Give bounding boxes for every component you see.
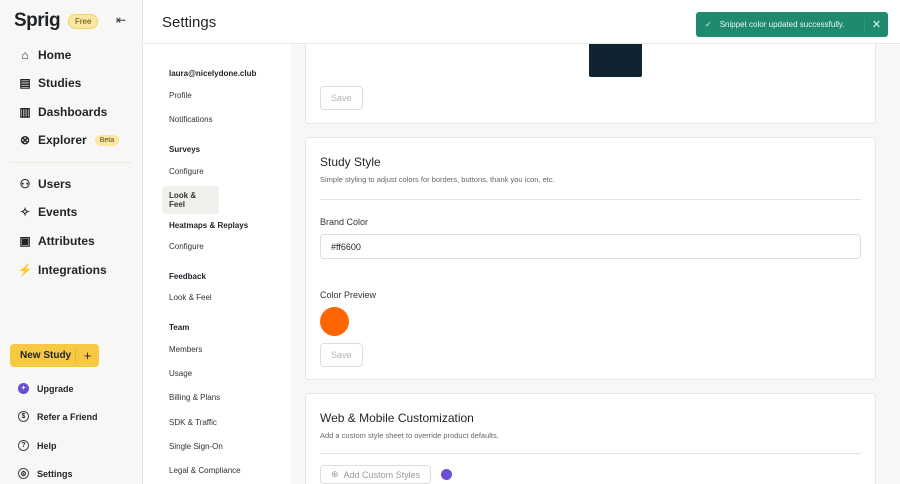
card-subtitle: Simple styling to adjust colors for bord… (320, 175, 555, 184)
nav-home[interactable]: ⌂ Home (0, 44, 143, 66)
nav-integrations[interactable]: ⚡ Integrations (0, 259, 143, 281)
nav-dashboards[interactable]: ▥ Dashboards (0, 101, 143, 123)
beta-badge: Beta (94, 134, 120, 146)
dashboards-icon: ▥ (19, 105, 31, 119)
nav-studies[interactable]: ▤ Studies (0, 72, 143, 94)
upgrade-icon: + (18, 383, 29, 394)
color-preview-label: Color Preview (320, 290, 377, 300)
nav-label: Studies (38, 76, 82, 90)
gear-icon: ⚙ (18, 468, 29, 479)
settings-nav-billing[interactable]: Billing & Plans (162, 388, 227, 407)
nav-label: Integrations (38, 263, 107, 277)
card-title: Study Style (320, 155, 381, 169)
divider (10, 162, 132, 163)
card-subtitle: Add a custom style sheet to override pro… (320, 431, 499, 440)
settings-nav-feedback-look-feel[interactable]: Look & Feel (162, 288, 219, 307)
nav-label: Attributes (38, 234, 95, 248)
new-study-label: New Study (20, 350, 72, 361)
section-surveys: Surveys (169, 145, 201, 154)
section-heatmaps: Heatmaps & Replays (169, 221, 249, 230)
nav-explorer[interactable]: ⊗ Explorer Beta (0, 129, 143, 151)
settings-nav-usage[interactable]: Usage (162, 364, 199, 383)
upgrade-badge-icon (441, 469, 452, 480)
settings-nav-profile[interactable]: Profile (162, 86, 199, 105)
check-icon: ✓ (705, 20, 712, 29)
brand-color-input[interactable]: #ff6600 (320, 234, 861, 259)
nav-attributes[interactable]: ▣ Attributes (0, 230, 143, 252)
close-icon[interactable]: ✕ (864, 18, 888, 31)
home-icon: ⌂ (21, 48, 29, 62)
color-preview-circle (320, 307, 349, 336)
nav-users[interactable]: ⚇ Users (0, 173, 143, 195)
settings-nav-legal[interactable]: Legal & Compliance (162, 461, 248, 480)
explorer-icon: ⊗ (19, 133, 31, 147)
events-icon: ✧ (19, 205, 31, 219)
settings-nav-surveys-configure[interactable]: Configure (162, 162, 211, 181)
nav-label: Settings (37, 468, 73, 479)
nav-events[interactable]: ✧ Events (0, 201, 143, 223)
study-style-card: Study Style Simple styling to adjust col… (305, 137, 876, 380)
plus-circle-icon: ⊕ (331, 469, 339, 479)
help-icon: ? (18, 440, 29, 451)
studies-icon: ▤ (19, 76, 31, 90)
nav-upgrade[interactable]: + Upgrade (0, 383, 143, 394)
nav-label: Users (38, 177, 72, 191)
settings-nav-heatmaps-configure[interactable]: Configure (162, 237, 211, 256)
sprig-logo[interactable]: Sprig (14, 10, 61, 32)
settings-nav-surveys-look-feel[interactable]: Look & Feel (162, 186, 219, 214)
settings-nav-sdk-traffic[interactable]: SDK & Traffic (162, 413, 224, 432)
nav-label: Home (38, 48, 72, 62)
divider (320, 199, 861, 200)
page-title: Settings (162, 14, 217, 31)
save-button[interactable]: Save (320, 343, 363, 367)
section-feedback: Feedback (169, 272, 206, 281)
settings-nav-notifications[interactable]: Notifications (162, 110, 220, 129)
nav-refer-friend[interactable]: $ Refer a Friend (0, 411, 143, 422)
attributes-icon: ▣ (19, 234, 31, 248)
new-study-button[interactable]: New Study + (10, 344, 99, 367)
sidebar: Sprig Free ⇤ ⌂ Home ▤ Studies ▥ Dashboards … (0, 0, 143, 484)
nav-label: Explorer (38, 133, 87, 147)
dollar-icon: $ (18, 411, 29, 422)
settings-nav-sso[interactable]: Single Sign-On (162, 437, 230, 456)
nav-help[interactable]: ? Help (0, 440, 143, 451)
brand-color-label: Brand Color (320, 217, 369, 227)
settings-nav-members[interactable]: Members (162, 340, 209, 359)
plus-icon[interactable]: + (75, 348, 99, 363)
snippet-color-swatch[interactable] (589, 44, 642, 77)
nav-settings[interactable]: ⚙ Settings (0, 468, 143, 479)
success-toast: ✓ Snippet color updated successfully. ✕ (696, 12, 888, 37)
section-team: Team (169, 323, 190, 332)
plan-badge: Free (68, 14, 99, 29)
snippet-color-card: Save (305, 44, 876, 124)
card-title: Web & Mobile Customization (320, 411, 474, 425)
account-email: laura@nicelydone.club (169, 69, 257, 78)
nav-label: Events (38, 205, 78, 219)
web-mobile-card: Web & Mobile Customization Add a custom … (305, 393, 876, 484)
integrations-icon: ⚡ (17, 263, 33, 277)
nav-label: Refer a Friend (37, 411, 98, 422)
nav-label: Help (37, 440, 57, 451)
nav-label: Dashboards (38, 105, 108, 119)
divider (320, 453, 861, 454)
collapse-sidebar-icon[interactable]: ⇤ (116, 13, 126, 27)
users-icon: ⚇ (19, 177, 31, 191)
add-custom-styles-button[interactable]: ⊕ Add Custom Styles (320, 465, 432, 484)
nav-label: Upgrade (37, 383, 74, 394)
toast-message: Snippet color updated successfully. (719, 20, 845, 29)
button-label: Add Custom Styles (343, 469, 421, 480)
save-button[interactable]: Save (320, 86, 363, 110)
settings-content: Save Study Style Simple styling to adjus… (290, 44, 900, 484)
